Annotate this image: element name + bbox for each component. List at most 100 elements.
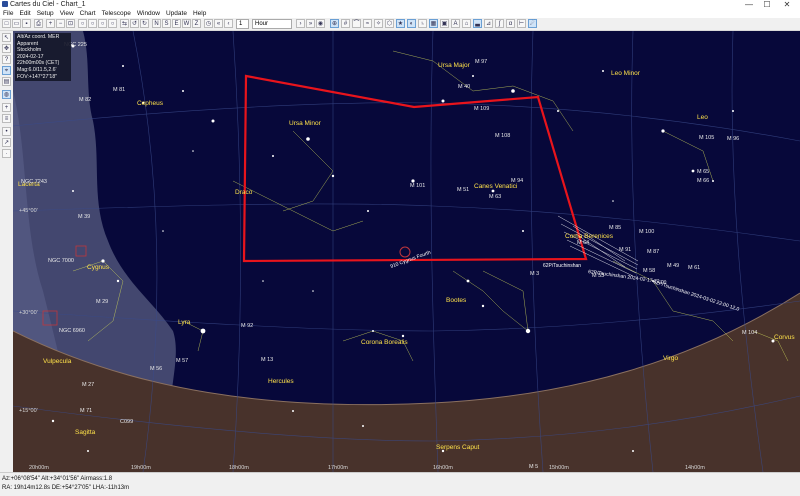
label-m87: M 87	[647, 249, 659, 255]
stars-icon[interactable]: ★	[396, 19, 405, 28]
label-m104: M 104	[742, 330, 757, 336]
comet-icon[interactable]: ☄	[528, 19, 537, 28]
label-ursa-minor: Ursa Minor	[289, 120, 322, 127]
prev-icon[interactable]: ‹	[224, 19, 233, 28]
const-bound-icon[interactable]: ⬡	[385, 19, 394, 28]
dec-label-30: +30°00'	[19, 310, 38, 316]
label-m61: M 61	[688, 265, 700, 271]
ground-icon[interactable]: ▃	[473, 19, 482, 28]
identify-icon[interactable]: ?	[2, 55, 11, 64]
milkyway-icon[interactable]: ▦	[429, 19, 438, 28]
label-m56: M 56	[150, 366, 162, 372]
west-icon[interactable]: W	[182, 19, 191, 28]
ruler-icon[interactable]: ⊢	[517, 19, 526, 28]
time-unit-select[interactable]: Hour	[252, 19, 292, 29]
globe-icon[interactable]: ◍	[2, 90, 11, 99]
label-m96: M 96	[727, 136, 739, 142]
print-icon[interactable]: ⎙	[34, 19, 43, 28]
zenith-icon[interactable]: Z	[192, 19, 201, 28]
label-m39: M 39	[78, 214, 90, 220]
info-time: 22h00m00s (CET)	[17, 60, 60, 67]
label-m81: M 81	[113, 87, 125, 93]
mirror-icon[interactable]: ⊿	[484, 19, 493, 28]
info-location: Stockholm	[17, 47, 42, 54]
fov1-icon[interactable]: ○	[78, 19, 87, 28]
mark-icon[interactable]: •	[2, 127, 11, 136]
label-coma-berenices: Coma Berenices	[565, 233, 614, 240]
dot-icon[interactable]: ·	[2, 149, 11, 158]
north-icon[interactable]: N	[152, 19, 161, 28]
ra-tick-18h: 18h00m	[229, 465, 249, 471]
open-icon[interactable]: ▭	[12, 19, 21, 28]
label-m71: M 71	[80, 408, 92, 414]
title-bar: Cartes du Ciel - Chart_1 — ☐ ✕	[0, 0, 800, 9]
rotate-right-icon[interactable]: ↻	[140, 19, 149, 28]
horizon-icon[interactable]: ⌂	[462, 19, 471, 28]
fov4-icon[interactable]: ○	[108, 19, 117, 28]
zoom-fit-icon[interactable]: ⊡	[66, 19, 75, 28]
maximize-button[interactable]: ☐	[760, 0, 774, 9]
time-step-field[interactable]: 1	[236, 19, 249, 29]
fov3-icon[interactable]: ○	[98, 19, 107, 28]
flip-icon[interactable]: ⇆	[120, 19, 129, 28]
zoom-in-icon[interactable]: +	[46, 19, 55, 28]
nebula-icon[interactable]: ◐	[407, 19, 416, 28]
ecl-grid-icon[interactable]: ⌒	[352, 19, 361, 28]
label-comet-1: 62P/Tsuchinshan	[543, 263, 581, 269]
arrow-icon[interactable]: ↗	[2, 138, 11, 147]
label-m29: M 29	[96, 299, 108, 305]
label-m5: M 5	[529, 464, 538, 470]
const-lines-icon[interactable]: ✧	[374, 19, 383, 28]
planets-icon[interactable]: ♄	[418, 19, 427, 28]
az-grid-icon[interactable]: #	[341, 19, 350, 28]
zoom-out-icon[interactable]: −	[56, 19, 65, 28]
close-button[interactable]: ✕	[780, 0, 794, 9]
minimize-button[interactable]: —	[742, 0, 756, 9]
label-m58: M 58	[643, 268, 655, 274]
pan-icon[interactable]: ✥	[2, 44, 11, 53]
images-icon[interactable]: ▣	[440, 19, 449, 28]
next-icon[interactable]: ›	[296, 19, 305, 28]
labels-icon[interactable]: A	[451, 19, 460, 28]
gal-grid-icon[interactable]: ≈	[363, 19, 372, 28]
eq-grid-icon[interactable]: ⊕	[330, 19, 339, 28]
south-icon[interactable]: S	[162, 19, 171, 28]
cursor-icon[interactable]: ↖	[2, 33, 11, 42]
calendar-icon[interactable]: ▤	[2, 77, 11, 86]
alpha-icon[interactable]: α	[506, 19, 515, 28]
ra-tick-16h: 16h00m	[433, 465, 453, 471]
ra-tick-14h: 14h00m	[685, 465, 705, 471]
label-m91: M 91	[619, 247, 631, 253]
sky-chart[interactable]: Cepheus Ursa Minor Ursa Major Draco Lace…	[13, 31, 800, 472]
info-coord-mode: Alt/Az coord. MER	[17, 34, 60, 40]
window-title: Cartes du Ciel - Chart_1	[10, 1, 86, 8]
label-ursa-major: Ursa Major	[438, 62, 471, 69]
plus-icon[interactable]: +	[2, 103, 11, 112]
chart-info-panel: Alt/Az coord. MER Apparent Stockholm 202…	[15, 33, 71, 82]
label-serpens-caput: Serpens Caput	[436, 444, 480, 451]
label-cepheus: Cepheus	[137, 100, 164, 107]
save-icon[interactable]: ▪	[22, 19, 31, 28]
east-icon[interactable]: E	[172, 19, 181, 28]
list-icon[interactable]: ≡	[2, 114, 11, 123]
back-icon[interactable]: «	[214, 19, 223, 28]
label-ngc6960: NGC 6960	[59, 328, 85, 334]
symbol-icon[interactable]: ʃ	[495, 19, 504, 28]
info-apparent: Apparent	[17, 40, 39, 47]
telescope-icon[interactable]: ⌖	[2, 66, 11, 75]
label-m63: M 63	[489, 194, 501, 200]
now-icon[interactable]: ◉	[316, 19, 325, 28]
label-vulpecula: Vulpecula	[43, 358, 72, 365]
sky-map[interactable]: Cepheus Ursa Minor Ursa Major Draco Lace…	[13, 31, 800, 472]
label-m13: M 13	[261, 357, 273, 363]
forward-icon[interactable]: »	[306, 19, 315, 28]
label-m66: M 66	[697, 178, 709, 184]
rotate-left-icon[interactable]: ↺	[130, 19, 139, 28]
label-m27: M 27	[82, 382, 94, 388]
label-m100: M 100	[639, 229, 654, 235]
new-chart-icon[interactable]: □	[2, 19, 11, 28]
clock-icon[interactable]: ◷	[204, 19, 213, 28]
fov2-icon[interactable]: ○	[88, 19, 97, 28]
label-c099: C099	[120, 419, 133, 425]
label-m105: M 105	[699, 135, 714, 141]
